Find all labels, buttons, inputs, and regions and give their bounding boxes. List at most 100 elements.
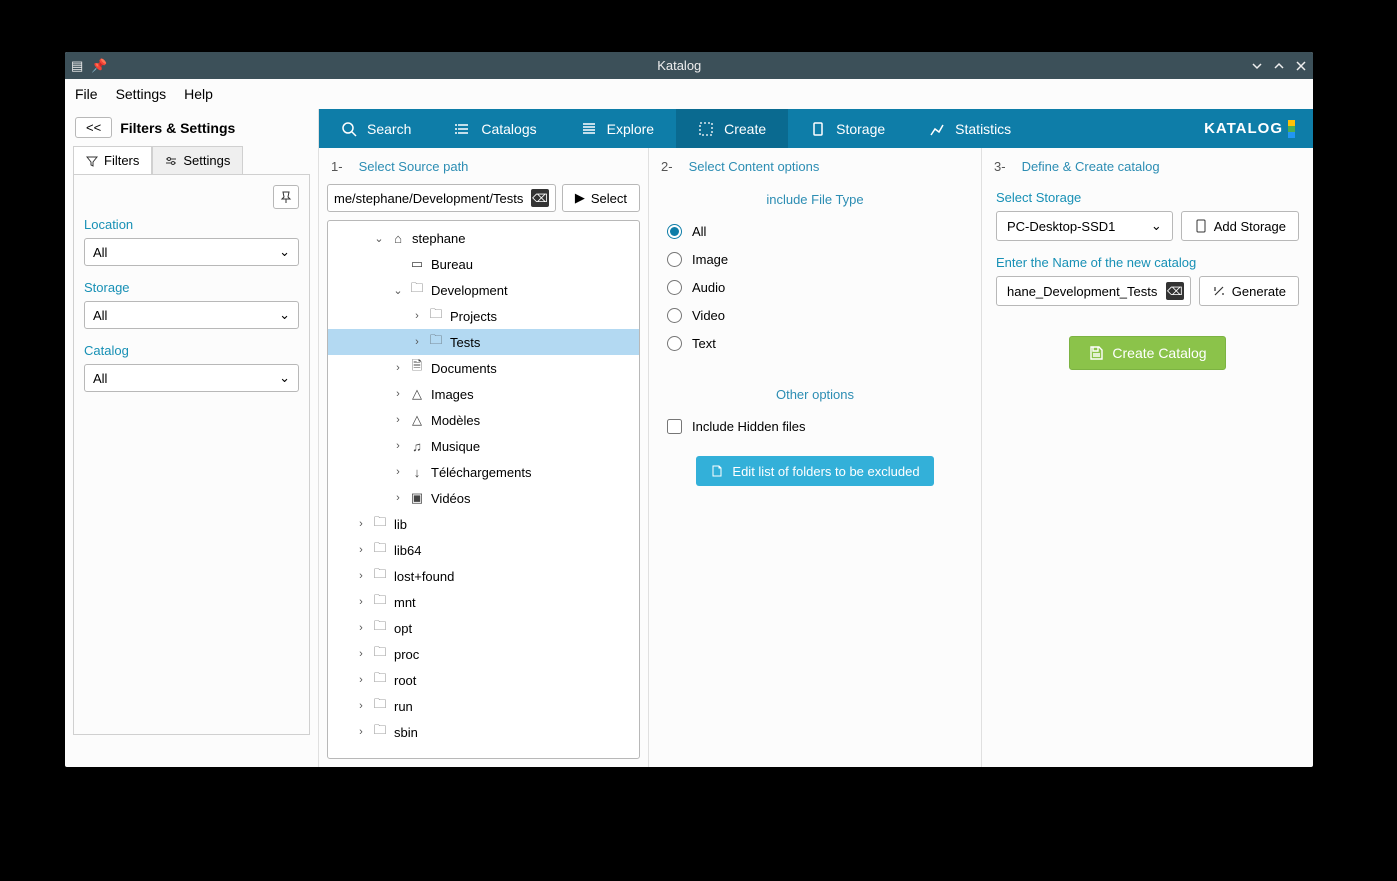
column-content-options: 2-Select Content options include File Ty… <box>649 148 982 767</box>
location-select[interactable]: All⌄ <box>84 238 299 266</box>
tree-node-sbin[interactable]: ›🗀sbin <box>328 719 639 745</box>
tree-node-stephane[interactable]: ⌄⌂stephane <box>328 225 639 251</box>
edit-excluded-button[interactable]: Edit list of folders to be excluded <box>696 456 933 486</box>
catalog-name-input[interactable]: hane_Development_Tests⌫ <box>996 276 1191 306</box>
collapse-sidebar-button[interactable]: << <box>75 117 112 138</box>
generate-button[interactable]: Generate <box>1199 276 1299 306</box>
edit-icon <box>710 464 724 478</box>
storage-combo[interactable]: PC-Desktop-SSD1⌄ <box>996 211 1173 241</box>
tab-explore-label: Explore <box>607 121 654 137</box>
sidebar-title: Filters & Settings <box>120 120 235 136</box>
app-icon: ▤ <box>71 58 83 74</box>
location-value: All <box>93 245 107 260</box>
tree-label: mnt <box>394 595 416 610</box>
tree-node-opt[interactable]: ›🗀opt <box>328 615 639 641</box>
radio-all-input[interactable] <box>667 224 682 239</box>
add-storage-button[interactable]: Add Storage <box>1181 211 1299 241</box>
tab-filters[interactable]: Filters <box>73 146 152 174</box>
tree-node-lib64[interactable]: ›🗀lib64 <box>328 537 639 563</box>
filter-pin-button[interactable] <box>273 185 299 209</box>
tree-label: Development <box>431 283 508 298</box>
tree-node-musique[interactable]: ›♫Musique <box>328 433 639 459</box>
tab-explore[interactable]: Explore <box>559 109 676 148</box>
tree-label: Projects <box>450 309 497 324</box>
tree-node-development[interactable]: ⌄🗀Development <box>328 277 639 303</box>
tab-filters-label: Filters <box>104 153 139 168</box>
menu-file[interactable]: File <box>75 86 98 102</box>
tab-settings[interactable]: Settings <box>152 146 243 174</box>
tree-node-lib[interactable]: ›🗀lib <box>328 511 639 537</box>
tree-node-videos[interactable]: ›▣Vidéos <box>328 485 639 511</box>
step-1-title: Select Source path <box>359 159 469 174</box>
close-icon[interactable] <box>1295 60 1307 72</box>
select-path-label: Select <box>591 191 627 206</box>
device-icon <box>1194 219 1208 233</box>
folder-icon: 🗀 <box>428 305 444 327</box>
tab-statistics-label: Statistics <box>955 121 1011 137</box>
tree-node-images[interactable]: ›△Images <box>328 381 639 407</box>
tree-node-telechargements[interactable]: ›↓Téléchargements <box>328 459 639 485</box>
folder-icon: 🗀 <box>428 331 444 353</box>
create-catalog-button[interactable]: Create Catalog <box>1069 336 1225 370</box>
menu-settings[interactable]: Settings <box>116 86 167 102</box>
column-source-path: 1-Select Source path me/stephane/Develop… <box>319 148 649 767</box>
tree-label: Musique <box>431 439 480 454</box>
tab-storage[interactable]: Storage <box>788 109 907 148</box>
create-icon <box>698 121 714 137</box>
source-path-value: me/stephane/Development/Tests <box>334 191 531 206</box>
tree-node-tests[interactable]: ›🗀Tests <box>328 329 639 355</box>
tree-node-lostfound[interactable]: ›🗀lost+found <box>328 563 639 589</box>
catalog-select[interactable]: All⌄ <box>84 364 299 392</box>
check-hidden-input[interactable] <box>667 419 682 434</box>
pin-icon[interactable]: 📌 <box>91 58 107 74</box>
create-catalog-label: Create Catalog <box>1112 345 1206 361</box>
folder-icon: 🗀 <box>372 565 388 587</box>
clear-name-icon[interactable]: ⌫ <box>1166 282 1184 300</box>
menu-help[interactable]: Help <box>184 86 213 102</box>
folder-icon: 🗀 <box>372 643 388 665</box>
tree-node-run[interactable]: ›🗀run <box>328 693 639 719</box>
tab-search[interactable]: Search <box>319 109 433 148</box>
tab-create[interactable]: Create <box>676 109 788 148</box>
music-icon: ♫ <box>409 439 425 454</box>
storage-label: Storage <box>84 280 299 295</box>
lines-icon <box>581 121 597 137</box>
search-icon <box>341 121 357 137</box>
maximize-icon[interactable] <box>1273 60 1285 72</box>
radio-audio-input[interactable] <box>667 280 682 295</box>
tree-node-proc[interactable]: ›🗀proc <box>328 641 639 667</box>
minimize-icon[interactable] <box>1251 60 1263 72</box>
tab-search-label: Search <box>367 121 411 137</box>
tree-node-documents[interactable]: ›🗎Documents <box>328 355 639 381</box>
check-hidden-files[interactable]: Include Hidden files <box>667 412 963 440</box>
tree-node-projects[interactable]: ›🗀Projects <box>328 303 639 329</box>
tree-label: sbin <box>394 725 418 740</box>
radio-all[interactable]: All <box>667 217 963 245</box>
tab-catalogs[interactable]: Catalogs <box>433 109 558 148</box>
folder-tree[interactable]: ⌄⌂stephane ▭Bureau ⌄🗀Development ›🗀Proje… <box>327 220 640 759</box>
tree-label: Vidéos <box>431 491 471 506</box>
tree-node-modeles[interactable]: ›△Modèles <box>328 407 639 433</box>
tree-node-mnt[interactable]: ›🗀mnt <box>328 589 639 615</box>
radio-text-input[interactable] <box>667 336 682 351</box>
radio-image-input[interactable] <box>667 252 682 267</box>
catalog-name-label: Enter the Name of the new catalog <box>996 255 1299 270</box>
source-path-input[interactable]: me/stephane/Development/Tests ⌫ <box>327 184 556 212</box>
storage-value: All <box>93 308 107 323</box>
tab-statistics[interactable]: Statistics <box>907 109 1033 148</box>
select-path-button[interactable]: ▶Select <box>562 184 640 212</box>
list-icon <box>455 121 471 137</box>
radio-audio[interactable]: Audio <box>667 273 963 301</box>
radio-audio-label: Audio <box>692 280 725 295</box>
tree-node-bureau[interactable]: ▭Bureau <box>328 251 639 277</box>
tree-node-root[interactable]: ›🗀root <box>328 667 639 693</box>
radio-video[interactable]: Video <box>667 301 963 329</box>
radio-text[interactable]: Text <box>667 329 963 357</box>
storage-select[interactable]: All⌄ <box>84 301 299 329</box>
radio-video-input[interactable] <box>667 308 682 323</box>
chevron-down-icon: ⌄ <box>279 370 290 386</box>
step-3-title: Define & Create catalog <box>1022 159 1160 174</box>
clear-path-icon[interactable]: ⌫ <box>531 189 549 207</box>
radio-image[interactable]: Image <box>667 245 963 273</box>
menubar: File Settings Help <box>65 79 1313 109</box>
